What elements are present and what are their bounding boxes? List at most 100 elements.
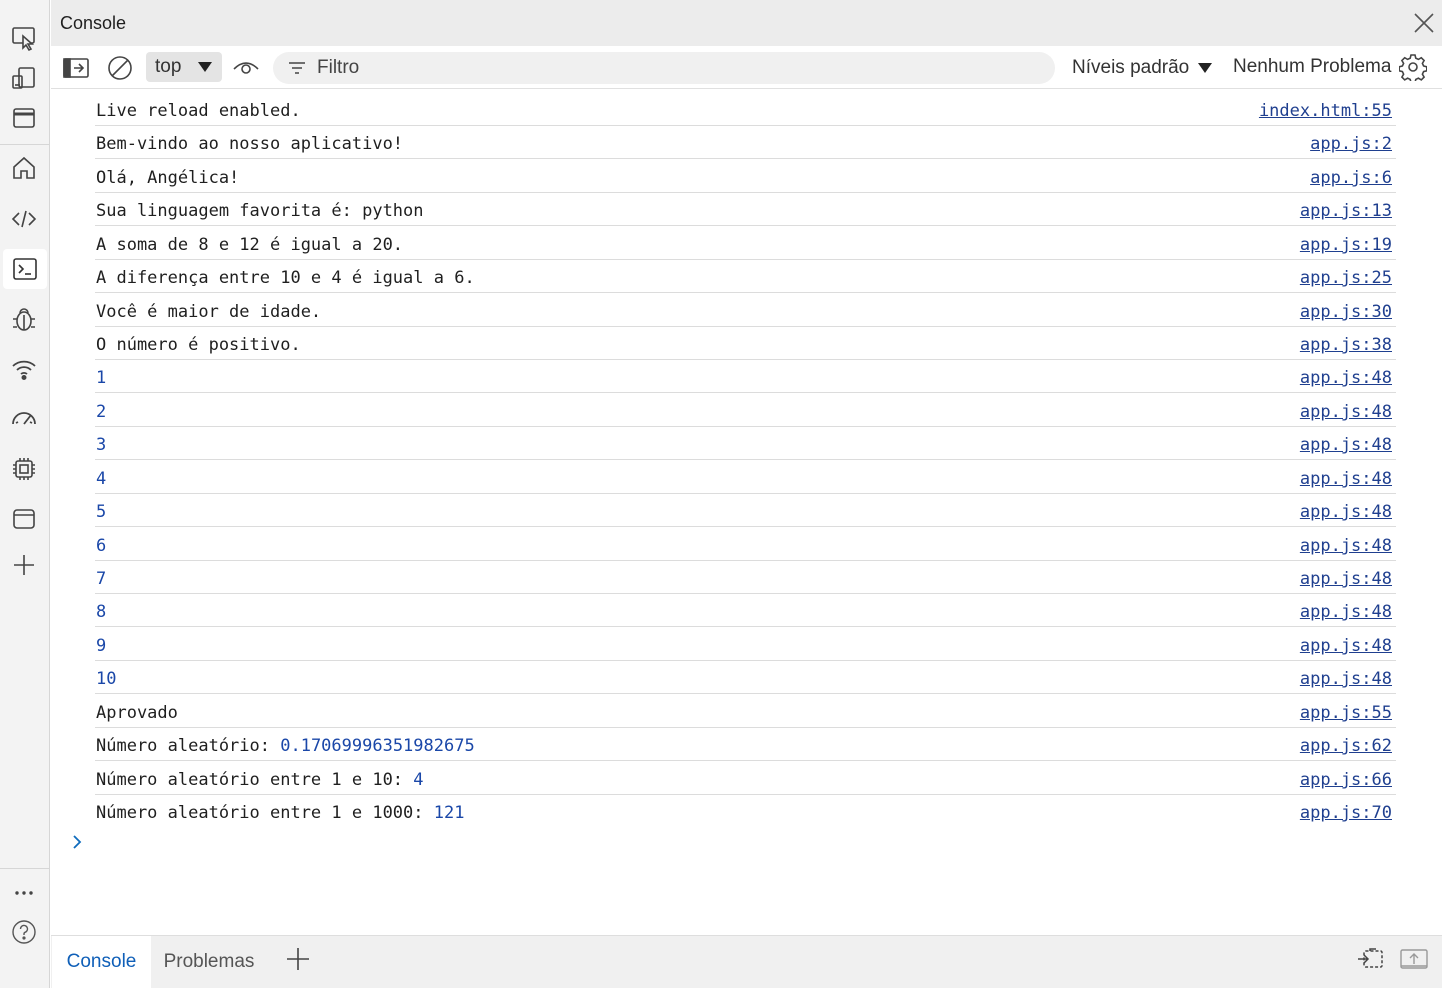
console-message: 6 app.js:48 [95, 528, 1396, 561]
message-text: Aprovado [96, 703, 178, 723]
add-tool-icon[interactable] [8, 549, 40, 581]
log-levels-label: Níveis padrão [1072, 57, 1190, 78]
source-link[interactable]: app.js:30 [1300, 302, 1392, 322]
source-link[interactable]: app.js:48 [1300, 569, 1392, 589]
close-icon[interactable] [1412, 11, 1436, 35]
application-icon[interactable] [8, 503, 40, 535]
message-text: 4 [96, 469, 107, 489]
inspect-icon[interactable] [8, 22, 40, 54]
message-text: 7 [96, 569, 107, 589]
message-text: 8 [96, 602, 107, 622]
console-message: Olá, Angélica! app.js:6 [95, 160, 1396, 193]
console-message: A soma de 8 e 12 é igual a 20. app.js:19 [95, 227, 1396, 260]
clear-console-icon[interactable] [105, 54, 135, 82]
console-message: 8 app.js:48 [95, 594, 1396, 627]
panel-title: Console [60, 13, 127, 33]
sources-icon[interactable] [8, 203, 40, 235]
message-text: 6 [96, 536, 107, 556]
message-text: Número aleatório: 0.17069996351982675 [96, 736, 475, 756]
source-link[interactable]: app.js:19 [1300, 235, 1392, 255]
message-text: Bem-vindo ao nosso aplicativo! [96, 134, 404, 154]
message-text: A diferença entre 10 e 4 é igual a 6. [96, 268, 475, 288]
source-link[interactable]: app.js:48 [1300, 502, 1392, 522]
tab-console[interactable]: Console [52, 936, 151, 988]
device-emulation-icon[interactable] [8, 62, 40, 94]
console-prompt-icon[interactable] [69, 833, 85, 851]
source-link[interactable]: app.js:48 [1300, 669, 1392, 689]
drawer-tabbar: Console Problemas [51, 935, 1442, 988]
help-icon[interactable] [8, 916, 40, 948]
message-text: 1 [96, 368, 107, 388]
message-text: Número aleatório entre 1 e 1000: 121 [96, 803, 465, 823]
filter-field[interactable] [273, 52, 1055, 84]
console-message: 3 app.js:48 [95, 427, 1396, 460]
source-link[interactable]: index.html:55 [1259, 101, 1392, 121]
console-message: Número aleatório entre 1 e 1000: 121 app… [95, 795, 1396, 828]
message-text: 2 [96, 402, 107, 422]
console-message: Número aleatório: 0.17069996351982675 ap… [95, 728, 1396, 761]
tab-problems[interactable]: Problemas [155, 936, 263, 988]
console-message: 7 app.js:48 [95, 561, 1396, 594]
message-text: 9 [96, 636, 107, 656]
console-message: Número aleatório entre 1 e 10: 4 app.js:… [95, 762, 1396, 795]
source-link[interactable]: app.js:48 [1300, 636, 1392, 656]
console-message: A diferença entre 10 e 4 é igual a 6. ap… [95, 260, 1396, 293]
console-message: O número é positivo. app.js:38 [95, 327, 1396, 360]
source-link[interactable]: app.js:70 [1300, 803, 1392, 823]
console-message: Você é maior de idade. app.js:30 [95, 294, 1396, 327]
welcome-icon[interactable] [8, 102, 40, 134]
filter-input[interactable] [315, 56, 1019, 80]
console-message: 2 app.js:48 [95, 394, 1396, 427]
source-link[interactable]: app.js:25 [1300, 268, 1392, 288]
source-link[interactable]: app.js:48 [1300, 536, 1392, 556]
message-text: Sua linguagem favorita é: python [96, 201, 424, 221]
source-link[interactable]: app.js:6 [1310, 168, 1392, 188]
message-text: Número aleatório entre 1 e 10: 4 [96, 770, 424, 790]
memory-icon[interactable] [8, 453, 40, 485]
activity-separator [0, 144, 50, 145]
dock-drawer-icon[interactable] [1356, 946, 1386, 972]
source-link[interactable]: app.js:38 [1300, 335, 1392, 355]
source-link[interactable]: app.js:48 [1300, 402, 1392, 422]
log-levels-dropdown[interactable]: Níveis padrão [1072, 57, 1213, 79]
issues-counter[interactable]: Nenhum Problema [1233, 56, 1391, 78]
source-link[interactable]: app.js:55 [1300, 703, 1392, 723]
source-link[interactable]: app.js:62 [1300, 736, 1392, 756]
home-icon[interactable] [8, 152, 40, 184]
console-message: Aprovado app.js:55 [95, 695, 1396, 728]
expand-drawer-icon[interactable] [1399, 946, 1429, 972]
activity-bar [0, 0, 50, 988]
console-toolbar: top Níveis padrão Nenhum Problema [51, 46, 1442, 89]
live-expression-icon[interactable] [231, 54, 261, 82]
debug-icon[interactable] [8, 303, 40, 335]
network-icon[interactable] [8, 353, 40, 385]
context-value: top [155, 56, 182, 77]
console-message: 4 app.js:48 [95, 461, 1396, 494]
chevron-down-icon [198, 62, 212, 72]
show-sidebar-icon[interactable] [61, 54, 91, 82]
more-tools-icon[interactable] [8, 876, 40, 908]
source-link[interactable]: app.js:48 [1300, 602, 1392, 622]
add-tab-icon[interactable] [285, 946, 311, 972]
console-icon[interactable] [3, 249, 47, 289]
console-message: Sua linguagem favorita é: python app.js:… [95, 193, 1396, 226]
message-text: Live reload enabled. [96, 101, 301, 121]
source-link[interactable]: app.js:66 [1300, 770, 1392, 790]
performance-icon[interactable] [8, 402, 40, 434]
source-link[interactable]: app.js:48 [1300, 368, 1392, 388]
message-text: Você é maior de idade. [96, 302, 322, 322]
gear-icon[interactable] [1398, 53, 1428, 84]
source-link[interactable]: app.js:2 [1310, 134, 1392, 154]
source-link[interactable]: app.js:48 [1300, 435, 1392, 455]
console-message: Live reload enabled. index.html:55 [95, 93, 1396, 126]
source-link[interactable]: app.js:13 [1300, 201, 1392, 221]
message-text: 5 [96, 502, 107, 522]
console-message: 1 app.js:48 [95, 360, 1396, 393]
message-text: A soma de 8 e 12 é igual a 20. [96, 235, 404, 255]
console-message: Bem-vindo ao nosso aplicativo! app.js:2 [95, 126, 1396, 159]
source-link[interactable]: app.js:48 [1300, 469, 1392, 489]
filter-icon [289, 62, 305, 74]
context-selector[interactable]: top [146, 52, 222, 82]
panel-titlebar: Console [51, 0, 1442, 46]
console-message: 9 app.js:48 [95, 628, 1396, 661]
